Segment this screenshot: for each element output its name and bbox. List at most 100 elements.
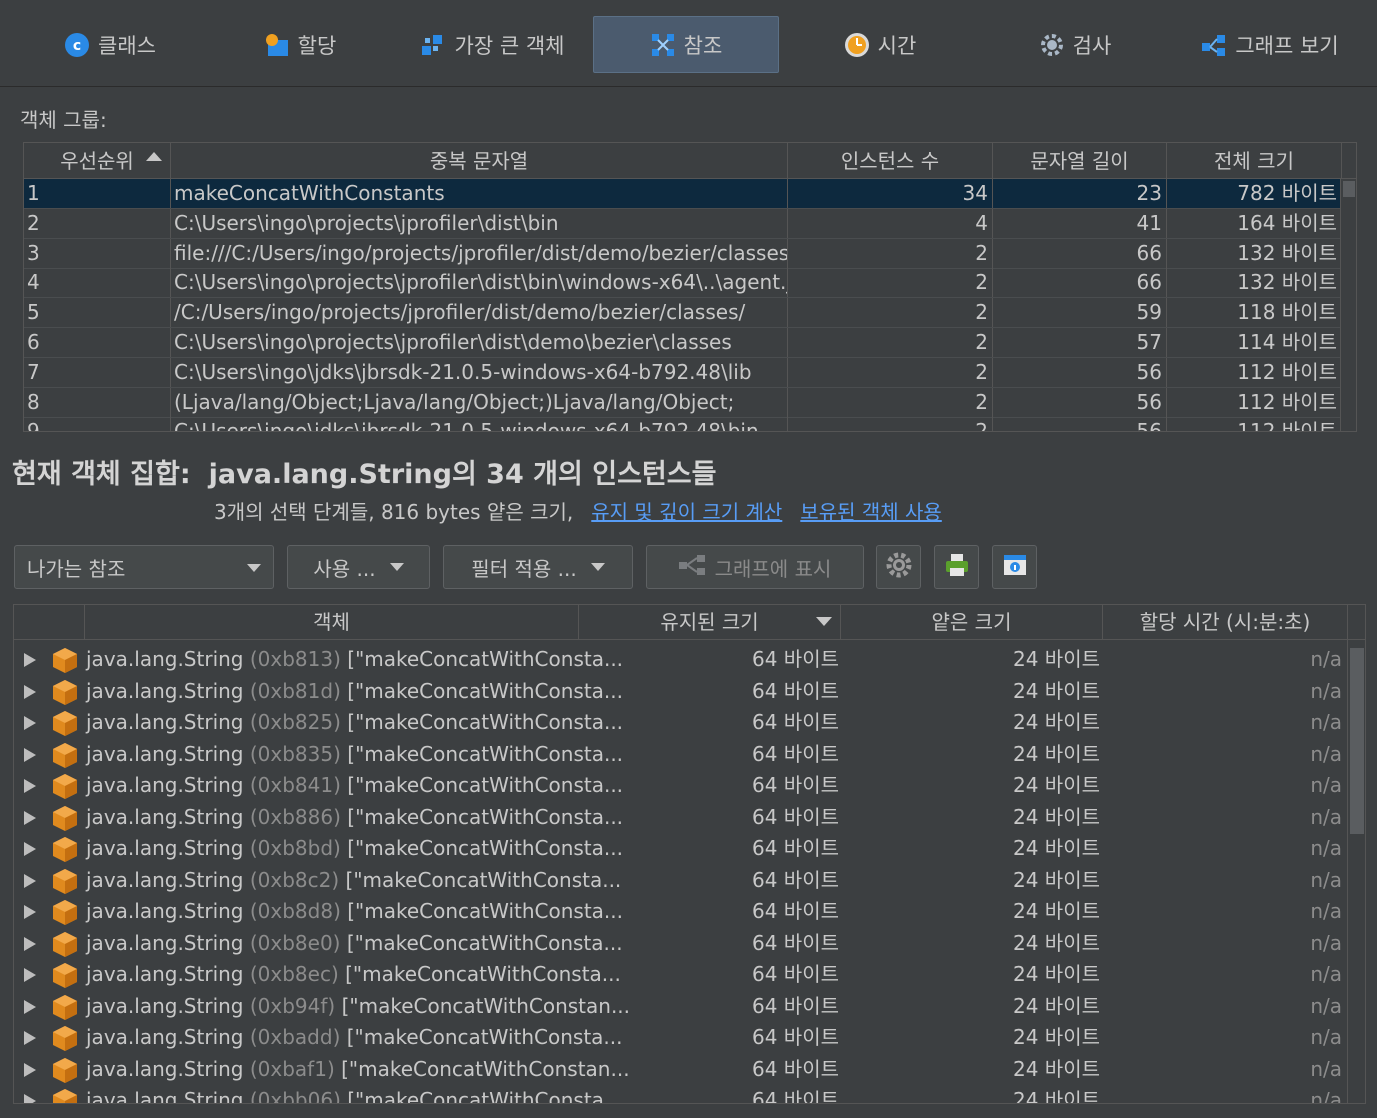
instance-cube-icon <box>52 962 78 988</box>
tree-row[interactable]: java.lang.String (0xbb06) ["makeConcatWi… <box>14 1085 1348 1104</box>
column-header-allocation-time[interactable]: 할당 시간 (시:분:초) <box>1103 605 1348 640</box>
column-header-shallow-size[interactable]: 얕은 크기 <box>841 605 1103 640</box>
expand-arrow-icon[interactable] <box>24 716 36 730</box>
tree-row[interactable]: java.lang.String (0xb841) ["makeConcatWi… <box>14 770 1348 802</box>
tab-label: 검사 <box>1072 33 1112 58</box>
expand-arrow-icon[interactable] <box>24 810 36 825</box>
table-row[interactable]: 4 C:\Users\ingo\projects\jprofiler\dist\b… <box>24 268 1342 299</box>
retained-size: 64 바이트 <box>751 930 839 955</box>
table-row[interactable]: 3 file:///C:/Users/ingo/projects/jprofile… <box>24 238 1342 269</box>
expand-arrow-icon[interactable] <box>24 936 36 951</box>
tree-row[interactable]: java.lang.String (0xb94f) ["makeConcatWi… <box>14 991 1348 1023</box>
tab-references[interactable]: 참조 <box>593 16 779 73</box>
tree-row[interactable]: java.lang.String (0xb886) ["makeConcatWi… <box>14 802 1348 834</box>
tree-row[interactable]: java.lang.String (0xb8ec) ["makeConcatWi… <box>14 959 1348 991</box>
vertical-scrollbar[interactable] <box>1340 179 1356 431</box>
instance-cube-icon <box>52 1025 78 1051</box>
tab-graph[interactable]: 그래프 보기 <box>1185 16 1355 73</box>
object-id: (0xb8c2) <box>249 867 340 892</box>
current-object-set-heading: 현재 객체 집합: java.lang.String의 34 개의 인스턴스들 <box>12 459 717 490</box>
expand-arrow-icon[interactable] <box>24 1031 36 1045</box>
table-row[interactable]: 6 C:\Users\ingo\projects\jprofiler\dist\d… <box>24 328 1342 358</box>
expand-arrow-icon[interactable] <box>24 999 36 1014</box>
table-cell: 2 <box>788 357 993 387</box>
column-header-priority[interactable]: 우선순위 <box>24 143 171 179</box>
tree-row[interactable]: java.lang.String (0xbaf1) ["makeConcatWi… <box>14 1054 1348 1086</box>
tree-row[interactable]: java.lang.String (0xb8d8) ["makeConcatWi… <box>14 896 1348 928</box>
tree-row[interactable]: java.lang.String (0xb81d) ["makeConcatWi… <box>14 676 1348 708</box>
calculate-retained-sizes-link[interactable]: 유지 및 깊이 크기 계산 <box>591 500 782 524</box>
expand-arrow-icon[interactable] <box>24 968 36 982</box>
table-row[interactable]: 2 C:\Users\ingo\projects\jprofiler\dist\b… <box>24 208 1342 239</box>
scrollbar-thumb[interactable] <box>1343 181 1355 197</box>
tree-row[interactable]: java.lang.String (0xb813) ["makeConcatWi… <box>14 644 1348 676</box>
table-cell: C:\Users\ingo\jdks\jbrsdk-21.0.5-windows… <box>171 417 788 431</box>
column-header-string-length[interactable]: 문자열 길이 <box>993 143 1167 179</box>
tab-time[interactable]: 시간 <box>810 16 950 73</box>
table-row[interactable]: 8 (Ljava/lang/Object;Ljava/lang/Object;)L… <box>24 387 1342 418</box>
column-header-instance-count[interactable]: 인스턴스 수 <box>788 143 993 179</box>
tree-row[interactable]: java.lang.String (0xb8c2) ["makeConcatWi… <box>14 865 1348 897</box>
table-row[interactable]: 7 C:\Users\ingo\jdks\jbrsdk-21.0.5-window… <box>24 357 1342 388</box>
object-id: (0xbadd) <box>249 1025 341 1049</box>
tree-row[interactable]: java.lang.String (0xbadd) ["makeConcatWi… <box>14 1022 1348 1054</box>
apply-filter-button[interactable]: 필터 적용 ... <box>443 545 633 589</box>
shallow-size: 24 바이트 <box>1012 1088 1100 1104</box>
object-id: (0xb8e0) <box>249 930 341 955</box>
table-row[interactable]: 5/C:/Users/ingo/projects/jprofiler/dist/… <box>24 298 1342 329</box>
use-retained-objects-link[interactable]: 보유된 객체 사용 <box>800 500 942 524</box>
shallow-size: 24 바이트 <box>1012 804 1100 829</box>
expand-arrow-icon[interactable] <box>24 684 36 699</box>
allocation-time: n/a <box>1310 1088 1342 1104</box>
column-header-retained-size[interactable]: 유지된 크기 <box>579 605 841 640</box>
use-button[interactable]: 사용 ... <box>287 545 430 589</box>
object-id: (0xb813) <box>249 647 341 671</box>
table-cell: 56 <box>993 387 1167 417</box>
table-cell: 112 바이트 <box>1167 357 1342 387</box>
expand-arrow-icon[interactable] <box>24 1062 36 1077</box>
info-button[interactable] <box>992 545 1037 589</box>
tree-row[interactable]: java.lang.String (0xb825) ["makeConcatWi… <box>14 707 1348 739</box>
expand-arrow-icon[interactable] <box>24 1094 36 1103</box>
column-header-object[interactable]: 객체 <box>85 605 579 640</box>
object-class: java.lang.String <box>86 930 244 955</box>
expand-arrow-icon[interactable] <box>24 905 36 919</box>
scrollbar-thumb[interactable] <box>1350 648 1364 834</box>
object-class: java.lang.String <box>86 867 244 892</box>
tab-biggest-objects[interactable]: 가장 큰 객체 <box>405 16 580 73</box>
expand-arrow-icon[interactable] <box>24 779 36 793</box>
expand-arrow-icon[interactable] <box>24 842 36 856</box>
expand-arrow-icon[interactable] <box>24 747 36 762</box>
tab-inspections[interactable]: 검사 <box>1000 16 1150 73</box>
vertical-scrollbar[interactable] <box>1347 640 1365 1103</box>
retained-size: 64 바이트 <box>751 836 839 860</box>
expand-arrow-icon[interactable] <box>24 653 36 667</box>
column-header-total-size[interactable]: 전체 크기 <box>1167 143 1342 179</box>
graph-icon <box>1201 32 1227 58</box>
table-row[interactable]: 9 C:\Users\ingo\jdks\jbrsdk-21.0.5-window… <box>24 417 1342 431</box>
print-button[interactable] <box>934 545 979 589</box>
time-icon <box>844 32 870 58</box>
show-in-graph-button[interactable]: 그래프에 표시 <box>646 545 864 589</box>
object-id: (0xb825) <box>249 710 341 734</box>
object-class: java.lang.String <box>86 1025 244 1049</box>
table-row[interactable]: 1 makeConcatWithConstants 34 23 782 바이트 <box>24 179 1342 209</box>
settings-button[interactable] <box>876 545 921 589</box>
tab-classes[interactable]: c 클래스 <box>30 16 190 73</box>
object-label: java.lang.String (0xb8bd) ["makeConcatWi… <box>86 833 623 864</box>
shallow-size: 24 바이트 <box>1012 678 1100 703</box>
instance-cube-icon <box>52 1088 78 1103</box>
tab-label: 할당 <box>297 33 337 58</box>
table-cell: 2 <box>788 328 993 357</box>
tab-allocations[interactable]: 할당 <box>220 16 380 73</box>
tree-row[interactable]: java.lang.String (0xb835) ["makeConcatWi… <box>14 739 1348 771</box>
table-cell: 3 <box>24 238 171 268</box>
reference-direction-select[interactable]: 나가는 참조 <box>14 545 274 589</box>
tree-row[interactable]: java.lang.String (0xb8bd) ["makeConcatWi… <box>14 833 1348 865</box>
tree-row[interactable]: java.lang.String (0xb8e0) ["makeConcatWi… <box>14 928 1348 960</box>
expand-arrow-icon[interactable] <box>24 873 36 888</box>
retained-size: 64 바이트 <box>751 678 839 703</box>
column-header-duplicate-string[interactable]: 중복 문자열 <box>171 143 788 179</box>
object-class: java.lang.String <box>86 647 244 671</box>
gear-icon <box>885 551 913 583</box>
